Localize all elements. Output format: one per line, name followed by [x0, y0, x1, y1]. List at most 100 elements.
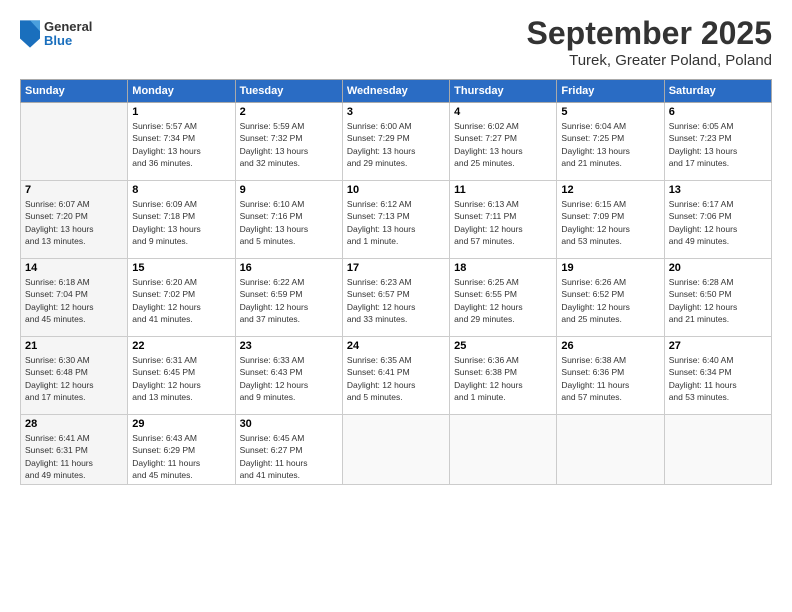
day-info: Sunrise: 6:10 AM Sunset: 7:16 PM Dayligh… — [240, 198, 338, 247]
calendar-week-5: 28Sunrise: 6:41 AM Sunset: 6:31 PM Dayli… — [21, 415, 772, 485]
day-number: 17 — [347, 262, 445, 274]
calendar-cell: 28Sunrise: 6:41 AM Sunset: 6:31 PM Dayli… — [21, 415, 128, 485]
day-number: 9 — [240, 184, 338, 196]
day-info: Sunrise: 6:17 AM Sunset: 7:06 PM Dayligh… — [669, 198, 767, 247]
calendar-page: General Blue September 2025 Turek, Great… — [0, 0, 792, 612]
day-info: Sunrise: 6:26 AM Sunset: 6:52 PM Dayligh… — [561, 276, 659, 325]
day-number: 8 — [132, 184, 230, 196]
day-info: Sunrise: 6:05 AM Sunset: 7:23 PM Dayligh… — [669, 120, 767, 169]
day-info: Sunrise: 6:23 AM Sunset: 6:57 PM Dayligh… — [347, 276, 445, 325]
logo-icon — [20, 20, 40, 48]
calendar-cell: 22 Sunrise: 6:31 AM Sunset: 6:45 PM Dayli… — [128, 337, 235, 415]
calendar-cell: 10Sunrise: 6:12 AM Sunset: 7:13 PM Dayli… — [342, 181, 449, 259]
calendar-table: SundayMondayTuesdayWednesdayThursdayFrid… — [20, 79, 772, 485]
day-info: Sunrise: 6:38 AM Sunset: 6:36 PM Dayligh… — [561, 354, 659, 403]
calendar-cell: 16 Sunrise: 6:22 AM Sunset: 6:59 PM Dayli… — [235, 259, 342, 337]
day-number: 4 — [454, 106, 552, 118]
day-number: 11 — [454, 184, 552, 196]
day-number: 20 — [669, 262, 767, 274]
calendar-cell: 21Sunrise: 6:30 AM Sunset: 6:48 PM Dayli… — [21, 337, 128, 415]
day-number: 16 — [240, 262, 338, 274]
calendar-title: September 2025 — [527, 15, 772, 52]
calendar-cell: 20 Sunrise: 6:28 AM Sunset: 6:50 PM Dayli… — [664, 259, 771, 337]
title-block: September 2025 Turek, Greater Poland, Po… — [527, 15, 772, 69]
day-info: Sunrise: 6:36 AM Sunset: 6:38 PM Dayligh… — [454, 354, 552, 403]
calendar-header-tuesday: Tuesday — [235, 80, 342, 103]
day-info: Sunrise: 6:12 AM Sunset: 7:13 PM Dayligh… — [347, 198, 445, 247]
calendar-cell — [557, 415, 664, 485]
day-info: Sunrise: 5:57 AM Sunset: 7:34 PM Dayligh… — [132, 120, 230, 169]
day-number: 3 — [347, 106, 445, 118]
calendar-cell: 23 Sunrise: 6:33 AM Sunset: 6:43 PM Dayli… — [235, 337, 342, 415]
calendar-cell: 6Sunrise: 6:05 AM Sunset: 7:23 PM Daylig… — [664, 103, 771, 181]
logo-general: General — [44, 20, 92, 34]
calendar-cell — [21, 103, 128, 181]
day-number: 1 — [132, 106, 230, 118]
calendar-cell: 29 Sunrise: 6:43 AM Sunset: 6:29 PM Dayli… — [128, 415, 235, 485]
day-number: 2 — [240, 106, 338, 118]
calendar-cell: 17 Sunrise: 6:23 AM Sunset: 6:57 PM Dayli… — [342, 259, 449, 337]
calendar-cell: 11 Sunrise: 6:13 AM Sunset: 7:11 PM Dayli… — [450, 181, 557, 259]
day-number: 19 — [561, 262, 659, 274]
calendar-cell: 27 Sunrise: 6:40 AM Sunset: 6:34 PM Dayli… — [664, 337, 771, 415]
day-info: Sunrise: 6:22 AM Sunset: 6:59 PM Dayligh… — [240, 276, 338, 325]
day-info: Sunrise: 6:13 AM Sunset: 7:11 PM Dayligh… — [454, 198, 552, 247]
calendar-week-1: 1 Sunrise: 5:57 AM Sunset: 7:34 PM Daylig… — [21, 103, 772, 181]
calendar-subtitle: Turek, Greater Poland, Poland — [527, 52, 772, 69]
day-number: 24 — [347, 340, 445, 352]
logo-text: General Blue — [44, 20, 92, 49]
logo-blue: Blue — [44, 34, 92, 48]
day-info: Sunrise: 6:09 AM Sunset: 7:18 PM Dayligh… — [132, 198, 230, 247]
day-info: Sunrise: 6:28 AM Sunset: 6:50 PM Dayligh… — [669, 276, 767, 325]
day-number: 27 — [669, 340, 767, 352]
calendar-cell: 3Sunrise: 6:00 AM Sunset: 7:29 PM Daylig… — [342, 103, 449, 181]
day-number: 5 — [561, 106, 659, 118]
calendar-header-saturday: Saturday — [664, 80, 771, 103]
day-info: Sunrise: 6:20 AM Sunset: 7:02 PM Dayligh… — [132, 276, 230, 325]
calendar-cell: 9 Sunrise: 6:10 AM Sunset: 7:16 PM Daylig… — [235, 181, 342, 259]
day-number: 23 — [240, 340, 338, 352]
day-info: Sunrise: 6:25 AM Sunset: 6:55 PM Dayligh… — [454, 276, 552, 325]
day-info: Sunrise: 6:31 AM Sunset: 6:45 PM Dayligh… — [132, 354, 230, 403]
calendar-header-sunday: Sunday — [21, 80, 128, 103]
day-number: 12 — [561, 184, 659, 196]
day-info: Sunrise: 6:40 AM Sunset: 6:34 PM Dayligh… — [669, 354, 767, 403]
day-number: 22 — [132, 340, 230, 352]
calendar-cell: 24 Sunrise: 6:35 AM Sunset: 6:41 PM Dayli… — [342, 337, 449, 415]
header: General Blue September 2025 Turek, Great… — [20, 15, 772, 69]
calendar-header-friday: Friday — [557, 80, 664, 103]
day-number: 14 — [25, 262, 123, 274]
day-number: 21 — [25, 340, 123, 352]
day-number: 29 — [132, 418, 230, 430]
day-number: 15 — [132, 262, 230, 274]
day-number: 18 — [454, 262, 552, 274]
calendar-cell — [664, 415, 771, 485]
calendar-cell: 14Sunrise: 6:18 AM Sunset: 7:04 PM Dayli… — [21, 259, 128, 337]
calendar-cell: 30 Sunrise: 6:45 AM Sunset: 6:27 PM Dayli… — [235, 415, 342, 485]
calendar-header-row: SundayMondayTuesdayWednesdayThursdayFrid… — [21, 80, 772, 103]
day-info: Sunrise: 6:15 AM Sunset: 7:09 PM Dayligh… — [561, 198, 659, 247]
calendar-week-2: 7Sunrise: 6:07 AM Sunset: 7:20 PM Daylig… — [21, 181, 772, 259]
day-info: Sunrise: 5:59 AM Sunset: 7:32 PM Dayligh… — [240, 120, 338, 169]
calendar-cell: 2 Sunrise: 5:59 AM Sunset: 7:32 PM Daylig… — [235, 103, 342, 181]
calendar-header-monday: Monday — [128, 80, 235, 103]
logo: General Blue — [20, 20, 92, 49]
calendar-cell: 26 Sunrise: 6:38 AM Sunset: 6:36 PM Dayli… — [557, 337, 664, 415]
calendar-cell: 18 Sunrise: 6:25 AM Sunset: 6:55 PM Dayli… — [450, 259, 557, 337]
calendar-cell: 25 Sunrise: 6:36 AM Sunset: 6:38 PM Dayli… — [450, 337, 557, 415]
calendar-cell — [450, 415, 557, 485]
day-info: Sunrise: 6:43 AM Sunset: 6:29 PM Dayligh… — [132, 432, 230, 481]
calendar-header-thursday: Thursday — [450, 80, 557, 103]
day-number: 30 — [240, 418, 338, 430]
calendar-week-3: 14Sunrise: 6:18 AM Sunset: 7:04 PM Dayli… — [21, 259, 772, 337]
day-number: 26 — [561, 340, 659, 352]
calendar-cell: 19 Sunrise: 6:26 AM Sunset: 6:52 PM Dayli… — [557, 259, 664, 337]
calendar-cell: 12 Sunrise: 6:15 AM Sunset: 7:09 PM Dayli… — [557, 181, 664, 259]
calendar-cell: 4Sunrise: 6:02 AM Sunset: 7:27 PM Daylig… — [450, 103, 557, 181]
day-info: Sunrise: 6:45 AM Sunset: 6:27 PM Dayligh… — [240, 432, 338, 481]
day-number: 13 — [669, 184, 767, 196]
day-info: Sunrise: 6:33 AM Sunset: 6:43 PM Dayligh… — [240, 354, 338, 403]
day-info: Sunrise: 6:35 AM Sunset: 6:41 PM Dayligh… — [347, 354, 445, 403]
day-number: 25 — [454, 340, 552, 352]
calendar-cell: 8 Sunrise: 6:09 AM Sunset: 7:18 PM Daylig… — [128, 181, 235, 259]
